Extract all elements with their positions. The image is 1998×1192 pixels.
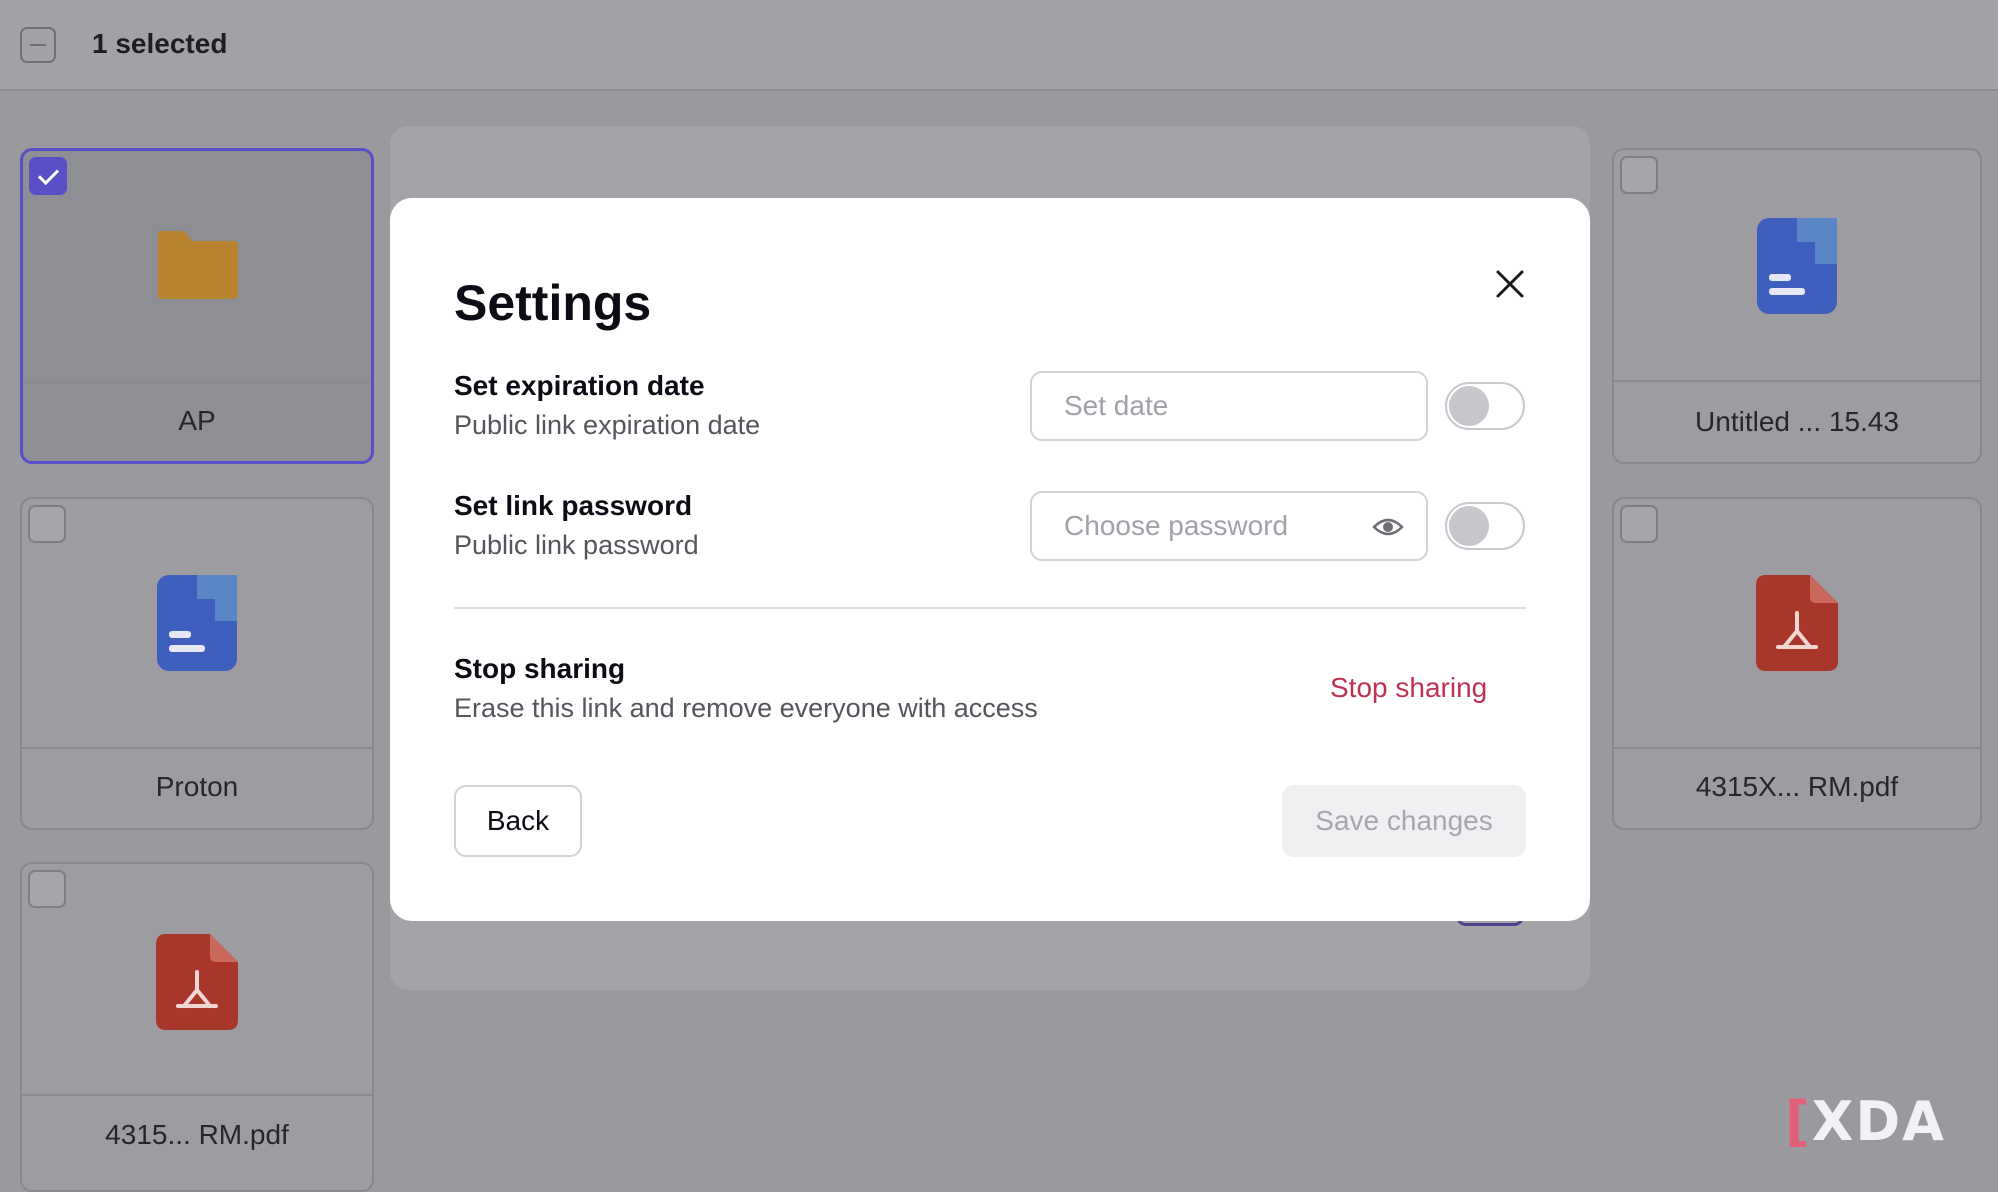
file-name: Proton bbox=[155, 770, 239, 802]
selected-count-label: 1 selected bbox=[92, 28, 228, 59]
file-card-ap[interactable]: AP bbox=[20, 148, 374, 464]
selection-toolbar: 1 selected bbox=[0, 0, 1998, 91]
document-icon bbox=[155, 573, 239, 678]
password-field bbox=[1030, 491, 1428, 561]
file-checkbox[interactable] bbox=[29, 157, 67, 195]
document-icon bbox=[1755, 216, 1839, 321]
file-name: 4315... RM.pdf bbox=[105, 1119, 289, 1150]
file-name: Untitled ... 15.43 bbox=[1695, 406, 1899, 437]
back-button[interactable]: Back bbox=[454, 785, 582, 857]
pdf-icon bbox=[1754, 573, 1840, 678]
modal-title: Settings bbox=[454, 275, 652, 331]
file-checkbox[interactable] bbox=[28, 505, 66, 543]
expiration-subtitle: Public link expiration date bbox=[454, 410, 761, 440]
select-all-checkbox[interactable] bbox=[20, 27, 56, 63]
file-checkbox[interactable] bbox=[28, 870, 66, 908]
file-card-proton[interactable]: Proton bbox=[20, 497, 374, 830]
stop-sharing-title: Stop sharing bbox=[454, 653, 626, 684]
expiration-toggle[interactable] bbox=[1445, 382, 1525, 430]
file-card-untitled[interactable]: Untitled ... 15.43 bbox=[1612, 148, 1982, 464]
eye-icon[interactable] bbox=[1372, 515, 1404, 539]
save-changes-button[interactable]: Save changes bbox=[1282, 785, 1526, 857]
expiration-title: Set expiration date bbox=[454, 370, 705, 401]
folder-icon bbox=[154, 229, 240, 306]
password-title: Set link password bbox=[454, 490, 693, 521]
toggle-knob bbox=[1449, 506, 1489, 546]
file-name: AP bbox=[178, 405, 216, 436]
password-subtitle: Public link password bbox=[454, 530, 699, 560]
password-input[interactable] bbox=[1064, 493, 1354, 559]
expiration-date-field bbox=[1030, 371, 1428, 441]
file-card-pdf-2[interactable]: 4315... RM.pdf bbox=[20, 862, 374, 1192]
pdf-icon bbox=[154, 932, 240, 1037]
divider bbox=[454, 607, 1526, 609]
password-toggle[interactable] bbox=[1445, 502, 1525, 550]
file-checkbox[interactable] bbox=[1620, 505, 1658, 543]
file-card-pdf-1[interactable]: 4315X... RM.pdf bbox=[1612, 497, 1982, 830]
xda-watermark-logo: [XDA bbox=[1785, 1090, 1946, 1153]
stop-sharing-button[interactable]: Stop sharing bbox=[1330, 672, 1487, 704]
expiration-date-input[interactable] bbox=[1064, 373, 1354, 439]
file-checkbox[interactable] bbox=[1620, 156, 1658, 194]
stop-sharing-subtitle: Erase this link and remove everyone with… bbox=[454, 693, 1038, 723]
toggle-knob bbox=[1449, 386, 1489, 426]
file-name: 4315X... RM.pdf bbox=[1695, 770, 1899, 802]
settings-modal: Settings Set expiration date Public link… bbox=[390, 198, 1590, 921]
close-icon[interactable] bbox=[1490, 264, 1530, 304]
